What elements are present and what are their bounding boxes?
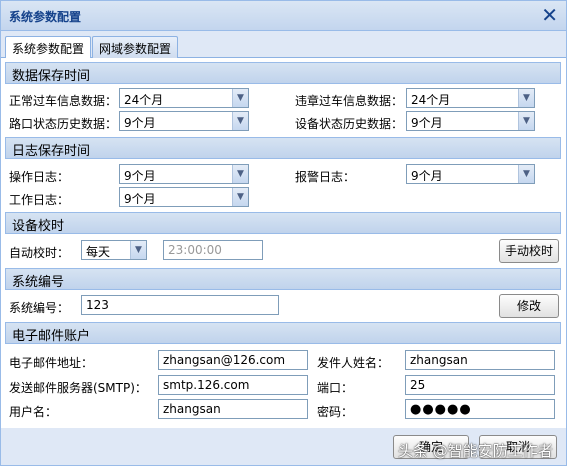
section-header-data-retention: 数据保存时间 bbox=[5, 62, 561, 84]
tab-network-config[interactable]: 网域参数配置 bbox=[92, 36, 179, 58]
dialog-titlebar[interactable]: 系统参数配置 ✕ bbox=[1, 1, 566, 31]
section-header-log-retention: 日志保存时间 bbox=[5, 137, 561, 159]
auto-sync-value: 每天 bbox=[86, 245, 111, 259]
manual-sync-button[interactable]: 手动校时 bbox=[499, 239, 559, 263]
auto-sync-label: 自动校时： bbox=[9, 246, 70, 260]
username-label: 用户名： bbox=[9, 405, 58, 419]
alarm-log-select[interactable]: 9个月 ▼ bbox=[406, 164, 535, 184]
chevron-down-icon[interactable]: ▼ bbox=[130, 241, 146, 259]
operation-log-label: 操作日志： bbox=[9, 170, 70, 184]
email-address-input[interactable]: zhangsan@126.com bbox=[158, 350, 308, 370]
username-input[interactable]: zhangsan bbox=[158, 399, 308, 419]
operation-log-value: 9个月 bbox=[124, 169, 156, 183]
alarm-log-label: 报警日志： bbox=[295, 170, 356, 184]
watermark-text: 头条 @智能安防工作者 bbox=[398, 442, 553, 460]
modify-button[interactable]: 修改 bbox=[499, 294, 559, 318]
chevron-down-icon[interactable]: ▼ bbox=[518, 165, 534, 183]
work-log-select[interactable]: 9个月 ▼ bbox=[119, 187, 249, 207]
sender-name-input[interactable]: zhangsan bbox=[405, 350, 555, 370]
auto-sync-select[interactable]: 每天 ▼ bbox=[81, 240, 147, 260]
section-header-system-number: 系统编号 bbox=[5, 268, 561, 290]
system-number-input[interactable]: 123 bbox=[81, 295, 279, 315]
operation-log-select[interactable]: 9个月 ▼ bbox=[119, 164, 249, 184]
work-log-value: 9个月 bbox=[124, 192, 156, 206]
intersection-history-select[interactable]: 9个月 ▼ bbox=[119, 111, 249, 131]
violation-pass-value: 24个月 bbox=[411, 93, 451, 107]
chevron-down-icon[interactable]: ▼ bbox=[232, 112, 248, 130]
device-history-value: 9个月 bbox=[411, 116, 443, 130]
sender-name-label: 发件人姓名： bbox=[317, 356, 390, 370]
intersection-history-value: 9个月 bbox=[124, 116, 156, 130]
work-log-label: 工作日志： bbox=[9, 193, 70, 207]
chevron-down-icon[interactable]: ▼ bbox=[232, 89, 248, 107]
device-history-label: 设备状态历史数据： bbox=[295, 117, 404, 131]
normal-pass-value: 24个月 bbox=[124, 93, 164, 107]
system-number-label: 系统编号： bbox=[9, 301, 70, 315]
tab-strip: 系统参数配置 网域参数配置 bbox=[1, 32, 566, 59]
dialog-title: 系统参数配置 bbox=[9, 10, 82, 24]
smtp-server-input[interactable]: smtp.126.com bbox=[158, 375, 308, 395]
password-label: 密码： bbox=[317, 405, 354, 419]
violation-pass-label: 违章过车信息数据： bbox=[295, 94, 404, 108]
chevron-down-icon[interactable]: ▼ bbox=[518, 112, 534, 130]
system-config-dialog: 系统参数配置 ✕ 系统参数配置 网域参数配置 数据保存时间 正常过车信息数据： … bbox=[0, 0, 567, 466]
chevron-down-icon[interactable]: ▼ bbox=[232, 165, 248, 183]
normal-pass-select[interactable]: 24个月 ▼ bbox=[119, 88, 249, 108]
section-header-email-account: 电子邮件账户 bbox=[5, 322, 561, 344]
port-label: 端口： bbox=[317, 381, 354, 395]
auto-sync-time-input[interactable]: 23:00:00 bbox=[163, 240, 263, 260]
chevron-down-icon[interactable]: ▼ bbox=[232, 188, 248, 206]
alarm-log-value: 9个月 bbox=[411, 169, 443, 183]
intersection-history-label: 路口状态历史数据： bbox=[9, 117, 118, 131]
normal-pass-label: 正常过车信息数据： bbox=[9, 94, 118, 108]
port-input[interactable]: 25 bbox=[405, 375, 555, 395]
smtp-server-label: 发送邮件服务器(SMTP)： bbox=[9, 381, 147, 395]
chevron-down-icon[interactable]: ▼ bbox=[518, 89, 534, 107]
password-input[interactable]: ●●●●● bbox=[405, 399, 555, 419]
device-history-select[interactable]: 9个月 ▼ bbox=[406, 111, 535, 131]
email-address-label: 电子邮件地址： bbox=[9, 356, 94, 370]
violation-pass-select[interactable]: 24个月 ▼ bbox=[406, 88, 535, 108]
config-panel: 数据保存时间 正常过车信息数据： 24个月 ▼ 违章过车信息数据： 24个月 ▼… bbox=[1, 58, 566, 428]
tab-system-config[interactable]: 系统参数配置 bbox=[5, 36, 92, 59]
close-icon[interactable]: ✕ bbox=[541, 4, 558, 26]
section-header-device-sync: 设备校时 bbox=[5, 212, 561, 234]
